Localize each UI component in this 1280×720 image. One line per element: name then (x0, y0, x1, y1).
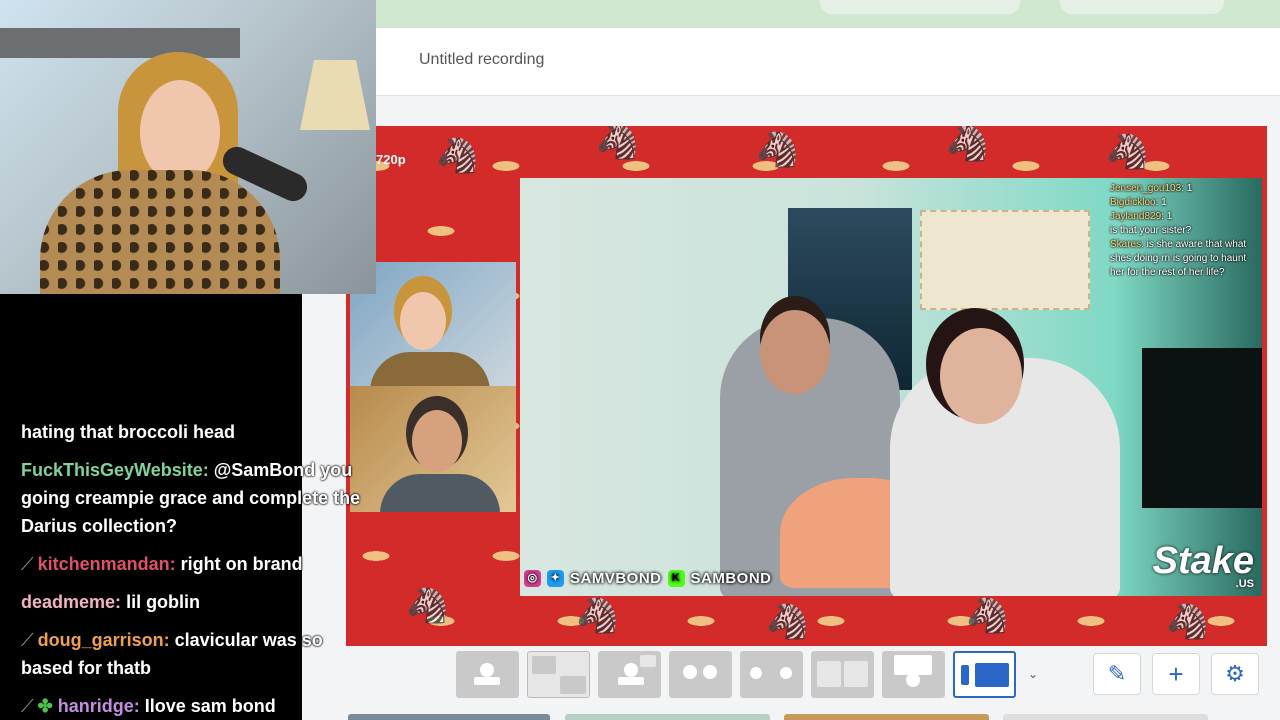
overlay-chat-line: Jensen_gou103: 1 (1110, 183, 1193, 194)
scene-thumbnail[interactable] (348, 714, 550, 720)
layout-toolbar: ⌄ (456, 651, 1042, 698)
wall-poster (920, 210, 1090, 310)
stream-chat-overlay: Jensen_gou103: 1 Bigdickloo: 1 Jayland82… (1110, 182, 1260, 280)
recording-title[interactable]: Untitled recording (419, 51, 544, 69)
instagram-icon: ◎ (524, 570, 541, 587)
layout-single-speaker-button[interactable] (456, 651, 519, 698)
layout-screen-with-sidebar-button[interactable] (953, 651, 1016, 698)
chat-message: ⟋ doug_garrison: clavicular was so based … (21, 630, 323, 678)
pencil-icon[interactable]: ✎ (1093, 653, 1141, 695)
webcam-lamp (300, 60, 370, 130)
plus-icon[interactable]: + (1152, 653, 1200, 695)
chat-username: hanridge: (57, 696, 140, 716)
participant-face (412, 410, 462, 472)
social-handle: SAMVBOND (570, 570, 662, 587)
overlay-chat-line: Jayland829: 1 (1110, 211, 1173, 222)
chat-message: deadmeme: lil goblin (21, 592, 201, 612)
streamer-webcam (0, 0, 376, 294)
layout-two-speakers-split-button[interactable] (740, 651, 803, 698)
chat-username: FuckThisGeyWebsite: (21, 460, 209, 480)
chat-username: kitchenmandan: (37, 554, 176, 574)
screen: { "recording": { "title": "Untitled reco… (0, 0, 1280, 720)
chat-username: deadmeme: (21, 592, 122, 612)
participant-body (370, 352, 490, 386)
streamer-head (760, 310, 830, 394)
scene-thumbnail[interactable] (784, 714, 989, 720)
person-icon (780, 667, 792, 679)
layout-speaker-on-screen-button[interactable] (882, 651, 945, 698)
layout-two-speakers-grid-button[interactable] (811, 651, 874, 698)
social-handles-bar: ◎ ✦ SAMVBOND K SAMBOND (524, 570, 772, 587)
overlay-chat-line: is that your sister? (1110, 225, 1192, 236)
kick-icon: K (667, 570, 685, 587)
top-banner-pill (820, 0, 1020, 14)
chat-message: FuckThisGeyWebsite: @SamBond you going c… (21, 460, 361, 536)
moderator-icon: ⟋ (21, 630, 34, 650)
person-icon (474, 677, 500, 685)
moderator-icon: ⟋ (21, 696, 34, 716)
person-icon (624, 663, 638, 677)
chat-message: ⟋ ✤ hanridge: Ilove sam bond (21, 696, 276, 716)
badge-icon: ✤ (37, 696, 53, 716)
webcam-body (40, 170, 280, 294)
person-icon (703, 665, 717, 679)
webcam-face (140, 80, 220, 184)
top-banner-pill (1060, 0, 1224, 14)
person-icon (683, 665, 697, 679)
layout-speaker-with-screen-button[interactable] (598, 651, 661, 698)
social-handle: SAMBOND (690, 570, 772, 587)
overlay-chat-line: Skares: is she aware that what shes doin… (1110, 239, 1247, 278)
chat-messages: hating that broccoli head FuckThisGeyWeb… (21, 418, 401, 720)
moderator-icon: ⟋ (21, 554, 34, 574)
recording-header: Untitled recording (376, 28, 1280, 96)
guest-head (940, 328, 1022, 424)
webcam-shelf (0, 28, 240, 58)
layout-two-speakers-button[interactable] (669, 651, 732, 698)
chat-username: doug_garrison: (37, 630, 170, 650)
chat-message: hating that broccoli head (21, 422, 236, 442)
background-monitor (1142, 348, 1262, 508)
gear-icon[interactable]: ⚙ (1211, 653, 1259, 695)
person-icon (906, 673, 920, 687)
layout-screen-two-speakers-button[interactable] (527, 651, 590, 698)
chevron-down-icon[interactable]: ⌄ (1024, 651, 1042, 698)
top-banner (376, 0, 1280, 28)
stake-logo: Stake .US (1152, 540, 1254, 590)
twitter-icon: ✦ (547, 570, 564, 587)
person-icon (480, 663, 494, 677)
person-icon (750, 667, 762, 679)
main-video-feed[interactable]: Jensen_gou103: 1 Bigdickloo: 1 Jayland82… (520, 178, 1262, 596)
chat-message: ⟋ kitchenmandan: right on brand (21, 554, 303, 574)
recording-stage: 🦓 🦓 🦓 🦓 🦓 🦓 🦓 🦓 🦓 🦓 🦓 720p Jensen_gou103… (346, 126, 1267, 646)
resolution-badge: 720p (376, 152, 406, 167)
participant-face (400, 292, 446, 350)
scene-thumbnail[interactable] (565, 714, 770, 720)
overlay-chat-line: Bigdickloo: 1 (1110, 197, 1167, 208)
scene-thumbnail[interactable] (1003, 714, 1208, 720)
